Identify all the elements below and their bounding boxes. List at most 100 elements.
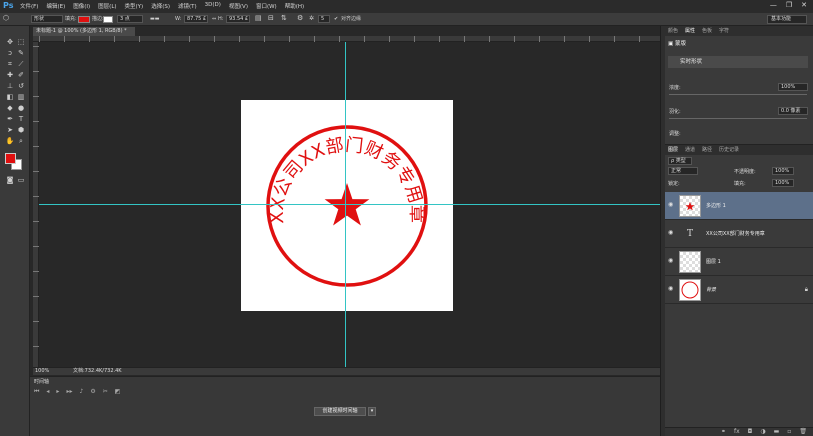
path-alignment-icon[interactable]: ⊟: [268, 14, 274, 22]
workspace-select[interactable]: 基本功能: [767, 15, 807, 24]
screen-mode-icon[interactable]: ▭: [16, 176, 26, 185]
tab-layers[interactable]: 图层: [668, 145, 678, 155]
brush-tool-icon[interactable]: ✐: [16, 71, 26, 80]
menu-3d[interactable]: 3D(D): [205, 2, 221, 10]
pen-tool-icon[interactable]: ✒: [5, 115, 15, 124]
layer-row[interactable]: ◉ 背景 🔒︎: [665, 276, 813, 304]
prev-frame-icon[interactable]: ◂: [46, 388, 49, 396]
layer-row[interactable]: ◉ T XX公司XX部门财务专用章: [665, 220, 813, 248]
healing-tool-icon[interactable]: ✚: [5, 71, 15, 80]
adjustment-icon[interactable]: ◑: [760, 428, 765, 436]
link-icon[interactable]: ⇔: [212, 15, 216, 23]
align-edges-checkbox[interactable]: ✔: [334, 15, 338, 23]
feather-field[interactable]: 0.0 像素: [778, 107, 808, 115]
eye-icon[interactable]: ◉: [668, 202, 674, 208]
stroke-width-field[interactable]: 3 点: [117, 15, 143, 23]
canvas-area[interactable]: XX公司XX部门财务专用章: [39, 42, 660, 367]
path-select-tool-icon[interactable]: ➤: [5, 126, 15, 135]
settings-icon[interactable]: ⚙: [90, 388, 95, 396]
menu-layer[interactable]: 图层(L): [98, 2, 116, 10]
first-frame-icon[interactable]: ⏮: [34, 388, 39, 396]
layer-name[interactable]: 多边形 1: [706, 202, 726, 209]
path-operations-icon[interactable]: ▤: [255, 14, 262, 22]
menu-select[interactable]: 选择(S): [151, 2, 170, 10]
layer-name[interactable]: XX公司XX部门财务专用章: [706, 230, 765, 237]
minimize-button[interactable]: —: [770, 1, 777, 9]
close-button[interactable]: ✕: [801, 1, 807, 9]
trash-icon[interactable]: 🗑︎: [799, 428, 807, 436]
fill-color-swatch[interactable]: [78, 16, 90, 23]
tab-properties[interactable]: 属性: [685, 26, 695, 36]
menu-help[interactable]: 帮助(H): [285, 2, 304, 10]
transition-icon[interactable]: ◩: [115, 388, 121, 396]
menu-type[interactable]: 类型(Y): [125, 2, 144, 10]
tab-paths[interactable]: 路径: [702, 145, 712, 155]
menu-view[interactable]: 视图(V): [229, 2, 248, 10]
lasso-tool-icon[interactable]: ↄ: [5, 49, 15, 58]
blur-tool-icon[interactable]: ◆: [5, 104, 15, 113]
quick-select-tool-icon[interactable]: ✎: [16, 49, 26, 58]
new-layer-icon[interactable]: ▫: [787, 428, 791, 436]
tab-history[interactable]: 历史记录: [719, 145, 739, 155]
dodge-tool-icon[interactable]: ●: [16, 104, 26, 113]
eye-icon[interactable]: ◉: [668, 230, 674, 236]
foreground-color-swatch[interactable]: [5, 153, 16, 164]
menu-filter[interactable]: 滤镜(T): [178, 2, 197, 10]
layer-row[interactable]: ◉ 图层 1: [665, 248, 813, 276]
next-frame-icon[interactable]: ▸▸: [66, 388, 72, 396]
layer-name[interactable]: 背景: [706, 286, 716, 293]
zoom-level[interactable]: 100%: [35, 368, 49, 375]
tab-swatches[interactable]: 色板: [702, 26, 712, 36]
density-field[interactable]: 100%: [778, 83, 808, 91]
zoom-tool-icon[interactable]: ⌕: [16, 137, 26, 146]
density-slider[interactable]: [669, 94, 807, 95]
play-icon[interactable]: ▸: [56, 388, 59, 396]
document-canvas[interactable]: XX公司XX部门财务专用章: [241, 100, 453, 311]
tab-character[interactable]: 字符: [719, 26, 729, 36]
polygon-tool-icon[interactable]: ⬡: [3, 14, 9, 22]
feather-slider[interactable]: [669, 118, 807, 119]
hand-tool-icon[interactable]: ✋: [5, 137, 15, 146]
menu-edit[interactable]: 编辑(E): [46, 2, 65, 10]
eye-icon[interactable]: ◉: [668, 258, 674, 264]
gradient-tool-icon[interactable]: ▥: [16, 93, 26, 102]
layer-filter-select[interactable]: ρ 类型: [668, 157, 692, 165]
opacity-field[interactable]: 100%: [772, 167, 794, 175]
split-icon[interactable]: ✂: [103, 388, 108, 396]
shape-mode-select[interactable]: 形状: [31, 15, 63, 23]
shape-tool-icon[interactable]: ⬢: [16, 126, 26, 135]
layer-row[interactable]: ◉ 多边形 1: [665, 192, 813, 220]
document-size[interactable]: 文档:732.4K/732.4K: [73, 368, 122, 375]
stroke-color-swatch[interactable]: [103, 16, 113, 23]
audio-icon[interactable]: ♪: [79, 388, 83, 396]
eraser-tool-icon[interactable]: ◧: [5, 93, 15, 102]
layer-name[interactable]: 图层 1: [706, 258, 721, 265]
restore-button[interactable]: ❐: [786, 1, 792, 9]
blend-mode-select[interactable]: 正常: [668, 167, 698, 175]
folder-icon[interactable]: ▬: [774, 428, 780, 436]
mask-icon[interactable]: ◘: [748, 428, 753, 436]
eyedropper-tool-icon[interactable]: ⟋: [16, 60, 26, 69]
path-arrange-icon[interactable]: ⇅: [281, 14, 287, 22]
menu-file[interactable]: 文件(F): [20, 2, 38, 10]
sides-field[interactable]: 5: [318, 15, 330, 23]
width-field[interactable]: 87.75 £: [184, 15, 208, 23]
gear-icon[interactable]: ⚙: [297, 14, 303, 22]
type-tool-icon[interactable]: T: [16, 115, 26, 124]
menu-window[interactable]: 窗口(W): [256, 2, 277, 10]
crop-tool-icon[interactable]: ⌗: [5, 60, 15, 69]
move-tool-icon[interactable]: ✥: [5, 38, 15, 47]
stroke-type-icon[interactable]: ▬▬: [150, 15, 159, 23]
horizontal-guide[interactable]: [39, 204, 660, 205]
live-shape-section[interactable]: 实时形状: [668, 56, 808, 68]
menu-image[interactable]: 图像(I): [73, 2, 90, 10]
quick-mask-icon[interactable]: ◙: [5, 176, 15, 185]
tab-channels[interactable]: 通道: [685, 145, 695, 155]
create-video-timeline-button[interactable]: 创建视频时间轴: [314, 407, 366, 416]
document-tab[interactable]: 未标题-1 @ 100% (多边形 1, RGB/8) *: [33, 27, 135, 36]
stamp-tool-icon[interactable]: ⊥: [5, 82, 15, 91]
timeline-tab[interactable]: 时间轴: [34, 378, 49, 385]
chevron-down-icon[interactable]: ▾: [368, 407, 376, 416]
link-icon[interactable]: ⚭: [721, 428, 726, 436]
height-field[interactable]: 93.54 £: [226, 15, 250, 23]
